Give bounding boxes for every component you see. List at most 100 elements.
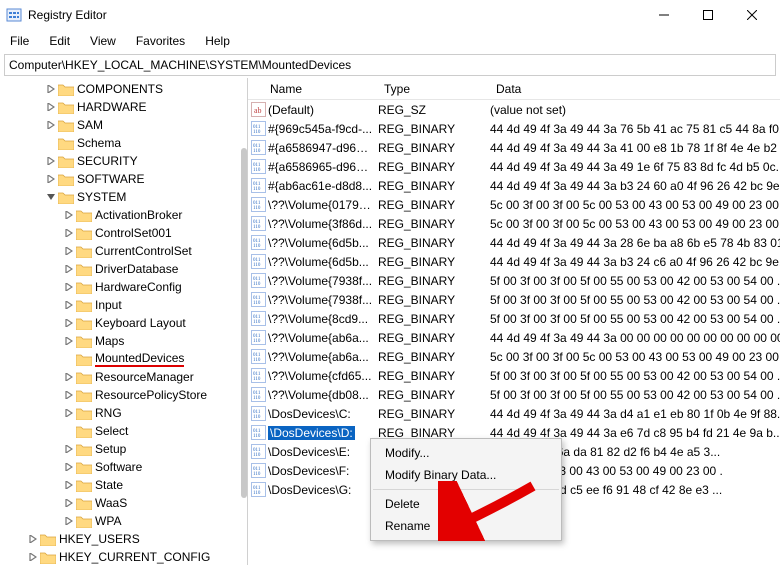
list-row[interactable]: 011110#{a6586947-d96e-...REG_BINARY44 4d…: [248, 138, 780, 157]
tree-node[interactable]: Input: [0, 296, 247, 314]
tree-node[interactable]: CurrentControlSet: [0, 242, 247, 260]
tree-node[interactable]: Schema: [0, 134, 247, 152]
list-row[interactable]: 011110\??\Volume{ab6a...REG_BINARY5c 00 …: [248, 347, 780, 366]
list-row[interactable]: 011110\??\Volume{db08...REG_BINARY5f 00 …: [248, 385, 780, 404]
list-row[interactable]: 011110\??\Volume{7938f...REG_BINARY5f 00…: [248, 290, 780, 309]
menu-help[interactable]: Help: [197, 32, 238, 50]
col-header-name[interactable]: Name: [248, 82, 378, 96]
address-bar[interactable]: Computer\HKEY_LOCAL_MACHINE\SYSTEM\Mount…: [4, 54, 776, 76]
tree-node[interactable]: HardwareConfig: [0, 278, 247, 296]
chevron-right-icon[interactable]: [44, 121, 58, 129]
ctx-modify[interactable]: Modify...: [371, 442, 561, 464]
tree-node[interactable]: RNG: [0, 404, 247, 422]
reg-binary-icon: 011110: [248, 463, 268, 478]
tree-node[interactable]: Select: [0, 422, 247, 440]
chevron-right-icon[interactable]: [62, 409, 76, 417]
list-row[interactable]: 011110\??\Volume{7938f...REG_BINARY5f 00…: [248, 271, 780, 290]
menu-favorites[interactable]: Favorites: [128, 32, 193, 50]
tree-node[interactable]: Setup: [0, 440, 247, 458]
tree-node[interactable]: Maps: [0, 332, 247, 350]
chevron-right-icon[interactable]: [44, 157, 58, 165]
list-row[interactable]: 011110\??\Volume{8cd9...REG_BINARY5f 00 …: [248, 309, 780, 328]
list-row[interactable]: 011110\??\Volume{3f86d...REG_BINARY5c 00…: [248, 214, 780, 233]
chevron-right-icon[interactable]: [62, 283, 76, 291]
tree-node-label: CurrentControlSet: [95, 244, 192, 258]
chevron-right-icon[interactable]: [62, 211, 76, 219]
tree-scrollbar-thumb[interactable]: [241, 148, 247, 498]
ctx-rename[interactable]: Rename: [371, 515, 561, 537]
tree-node[interactable]: Keyboard Layout: [0, 314, 247, 332]
close-button[interactable]: [730, 1, 774, 29]
svg-text:110: 110: [253, 320, 261, 325]
list-row[interactable]: 011110\??\Volume{ab6a...REG_BINARY44 4d …: [248, 328, 780, 347]
svg-text:110: 110: [253, 396, 261, 401]
maximize-button[interactable]: [686, 1, 730, 29]
tree-node[interactable]: ControlSet001: [0, 224, 247, 242]
tree-node[interactable]: DriverDatabase: [0, 260, 247, 278]
tree-node[interactable]: State: [0, 476, 247, 494]
tree-node[interactable]: ResourceManager: [0, 368, 247, 386]
tree-node[interactable]: WPA: [0, 512, 247, 530]
col-header-data[interactable]: Data: [490, 82, 780, 96]
list-row[interactable]: 011110\DosDevices\C:REG_BINARY44 4d 49 4…: [248, 404, 780, 423]
chevron-right-icon[interactable]: [44, 85, 58, 93]
list-row[interactable]: 011110#{969c545a-f9cd-...REG_BINARY44 4d…: [248, 119, 780, 138]
tree-panel[interactable]: COMPONENTSHARDWARESAMSchemaSECURITYSOFTW…: [0, 78, 248, 565]
list-row[interactable]: ab(Default)REG_SZ(value not set): [248, 100, 780, 119]
tree-node[interactable]: SYSTEM: [0, 188, 247, 206]
chevron-right-icon[interactable]: [26, 553, 40, 561]
tree-node[interactable]: HARDWARE: [0, 98, 247, 116]
tree-node-label: RNG: [95, 406, 122, 420]
tree-node-label: State: [95, 478, 123, 492]
menu-view[interactable]: View: [82, 32, 124, 50]
row-type: REG_BINARY: [378, 179, 490, 193]
chevron-right-icon[interactable]: [62, 301, 76, 309]
tree-node[interactable]: SOFTWARE: [0, 170, 247, 188]
tree-node[interactable]: HKEY_USERS: [0, 530, 247, 548]
tree-node[interactable]: SECURITY: [0, 152, 247, 170]
chevron-down-icon[interactable]: [44, 193, 58, 201]
minimize-button[interactable]: [642, 1, 686, 29]
list-row[interactable]: 011110#{ab6ac61e-d8d8...REG_BINARY44 4d …: [248, 176, 780, 195]
ctx-delete[interactable]: Delete: [371, 493, 561, 515]
chevron-right-icon[interactable]: [44, 175, 58, 183]
chevron-right-icon[interactable]: [62, 319, 76, 327]
chevron-right-icon[interactable]: [62, 265, 76, 273]
row-data: 44 4d 49 4f 3a 49 44 3a b3 24 60 a0 4f 9…: [490, 179, 780, 193]
tree-node[interactable]: HKEY_CURRENT_CONFIG: [0, 548, 247, 565]
chevron-right-icon[interactable]: [62, 499, 76, 507]
col-header-type[interactable]: Type: [378, 82, 490, 96]
chevron-right-icon[interactable]: [62, 391, 76, 399]
folder-icon: [58, 136, 74, 150]
tree-node[interactable]: COMPONENTS: [0, 80, 247, 98]
reg-binary-icon: 011110: [248, 444, 268, 459]
menu-edit[interactable]: Edit: [41, 32, 78, 50]
list-row[interactable]: 011110\??\Volume{6d5b...REG_BINARY44 4d …: [248, 233, 780, 252]
chevron-right-icon[interactable]: [26, 535, 40, 543]
tree-node[interactable]: WaaS: [0, 494, 247, 512]
tree-node[interactable]: MountedDevices: [0, 350, 247, 368]
list-row[interactable]: 011110\??\Volume{cfd65...REG_BINARY5f 00…: [248, 366, 780, 385]
chevron-right-icon[interactable]: [62, 229, 76, 237]
folder-icon: [58, 190, 74, 204]
chevron-right-icon[interactable]: [62, 517, 76, 525]
tree-node[interactable]: ResourcePolicyStore: [0, 386, 247, 404]
chevron-right-icon[interactable]: [62, 463, 76, 471]
ctx-separator: [373, 489, 559, 490]
folder-icon: [76, 442, 92, 456]
tree-node[interactable]: ActivationBroker: [0, 206, 247, 224]
chevron-right-icon[interactable]: [44, 103, 58, 111]
tree-node[interactable]: SAM: [0, 116, 247, 134]
chevron-right-icon[interactable]: [62, 337, 76, 345]
ctx-modify-binary[interactable]: Modify Binary Data...: [371, 464, 561, 486]
list-row[interactable]: 011110#{a6586965-d96e-...REG_BINARY44 4d…: [248, 157, 780, 176]
chevron-right-icon[interactable]: [62, 481, 76, 489]
menu-file[interactable]: File: [2, 32, 37, 50]
tree-node[interactable]: Software: [0, 458, 247, 476]
list-row[interactable]: 011110\??\Volume{0179a...REG_BINARY5c 00…: [248, 195, 780, 214]
chevron-right-icon[interactable]: [62, 373, 76, 381]
row-type: REG_BINARY: [378, 369, 490, 383]
chevron-right-icon[interactable]: [62, 247, 76, 255]
chevron-right-icon[interactable]: [62, 445, 76, 453]
list-row[interactable]: 011110\??\Volume{6d5b...REG_BINARY44 4d …: [248, 252, 780, 271]
